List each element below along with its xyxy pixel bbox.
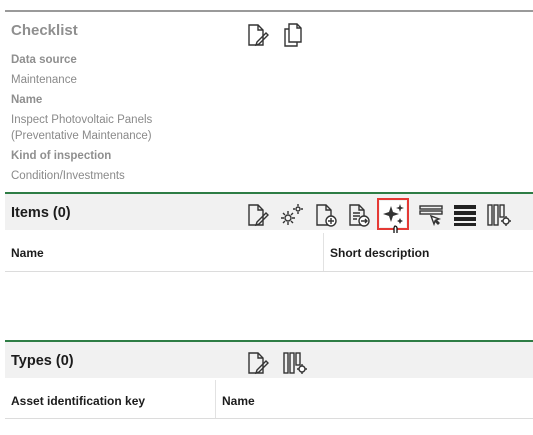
types-column-name[interactable]: Name <box>222 394 255 408</box>
edit-document-icon[interactable] <box>245 350 271 376</box>
top-divider <box>5 10 533 12</box>
checklist-title: Checklist <box>11 22 78 39</box>
column-separator[interactable] <box>215 380 216 418</box>
copy-document-icon[interactable] <box>280 22 306 48</box>
column-separator[interactable] <box>323 233 324 271</box>
data-source-value: Maintenance <box>11 74 77 86</box>
name-value-line-1: Inspect Photovoltaic Panels <box>11 114 153 126</box>
column-settings-icon[interactable] <box>282 350 308 376</box>
data-source-label: Data source <box>11 54 77 66</box>
kind-of-inspection-label: Kind of inspection <box>11 150 112 162</box>
types-title: Types (0) <box>11 353 74 369</box>
name-label: Name <box>11 94 43 106</box>
name-value-line-2: (Preventative Maintenance) <box>11 130 152 142</box>
edit-document-icon[interactable] <box>245 202 271 228</box>
items-column-short-description[interactable]: Short description <box>330 246 429 260</box>
items-column-header <box>5 233 533 272</box>
items-title: Items (0) <box>11 205 71 221</box>
filter-icon[interactable] <box>418 202 444 228</box>
edit-document-icon[interactable] <box>245 22 271 48</box>
column-settings-icon[interactable] <box>486 202 512 228</box>
items-column-name[interactable]: Name <box>11 246 44 260</box>
types-column-asset-identification-key[interactable]: Asset identification key <box>11 394 145 408</box>
rows-list-icon[interactable] <box>452 202 478 228</box>
add-document-icon[interactable] <box>313 202 339 228</box>
kind-of-inspection-value: Condition/Investments <box>11 170 125 182</box>
settings-gears-icon[interactable] <box>279 202 305 228</box>
import-document-icon[interactable] <box>346 202 372 228</box>
